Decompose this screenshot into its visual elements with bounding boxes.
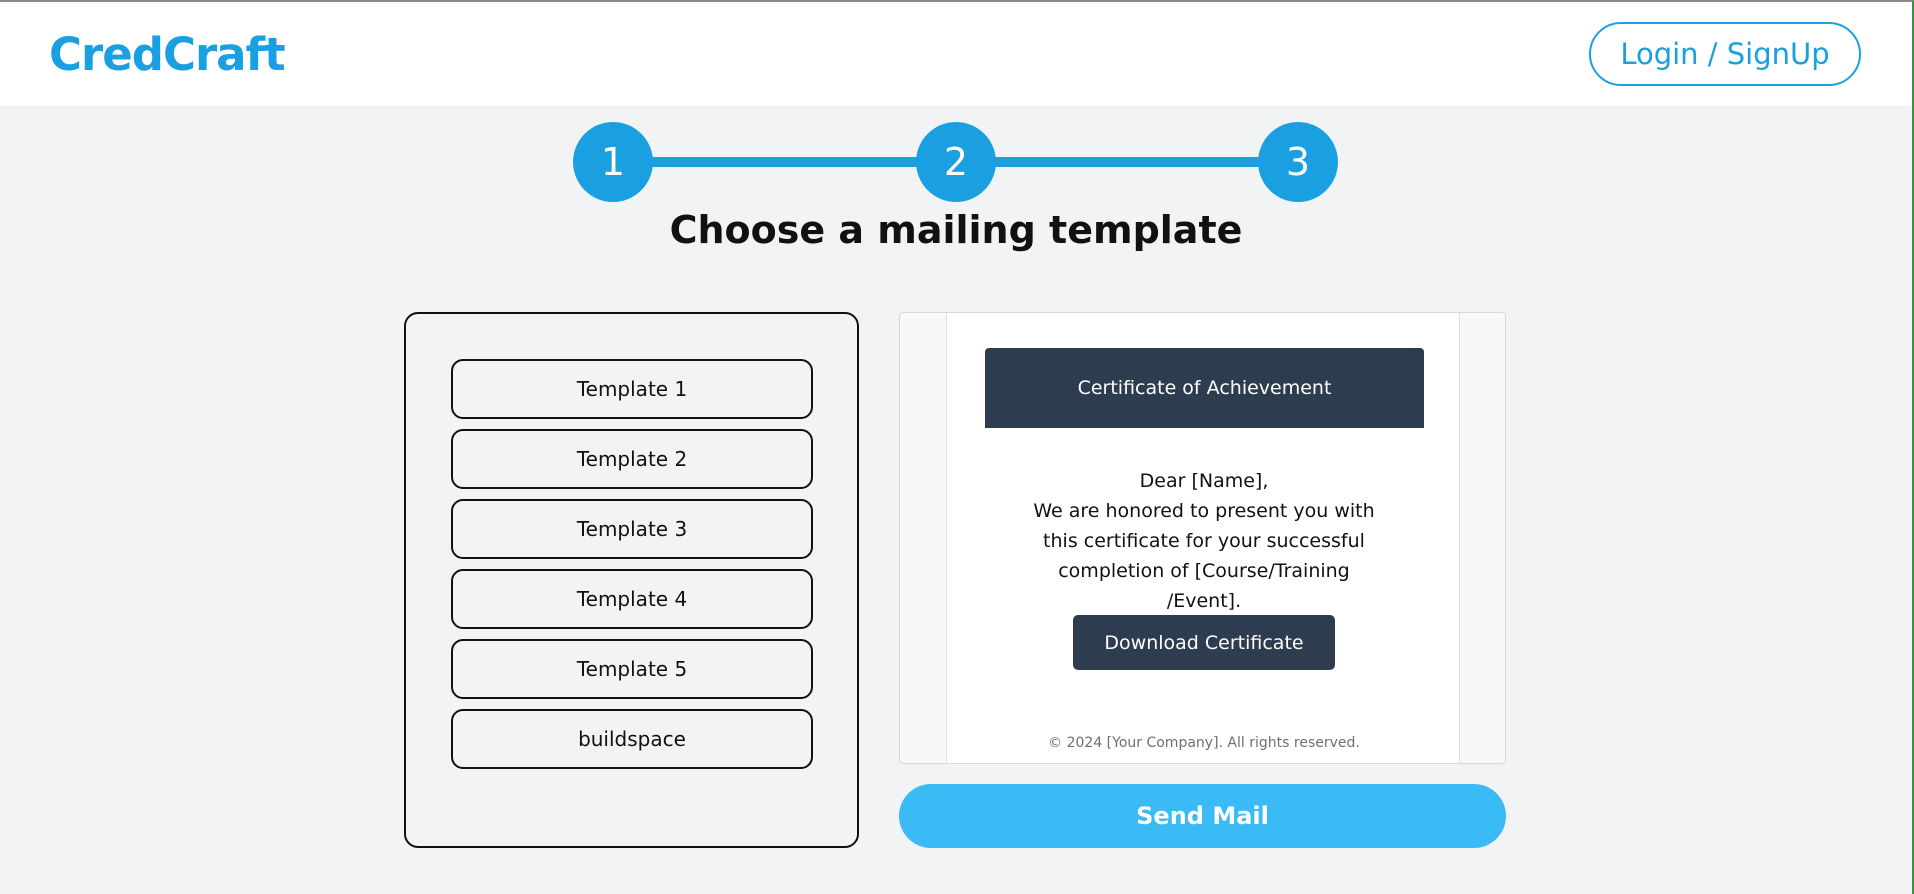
step-3-indicator[interactable]: 3 [1258, 122, 1338, 202]
progress-stepper: 1 2 3 [573, 122, 1338, 202]
email-footer: © 2024 [Your Company]. All rights reserv… [1048, 735, 1360, 751]
step-connector [613, 157, 956, 167]
email-preview-frame[interactable]: Certificate of Achievement Dear [Name], … [899, 312, 1506, 764]
step-1-indicator[interactable]: 1 [573, 122, 653, 202]
template-option-4[interactable]: Template 4 [451, 569, 813, 629]
template-option-1[interactable]: Template 1 [451, 359, 813, 419]
template-option-3[interactable]: Template 3 [451, 499, 813, 559]
email-body: Certificate of Achievement Dear [Name], … [946, 313, 1460, 763]
header-bar: CredCraft Login / SignUp [0, 2, 1912, 106]
template-list-panel: Template 1 Template 2 Template 3 Templat… [404, 312, 859, 848]
email-message: We are honored to present you with this … [1033, 500, 1375, 612]
template-option-5[interactable]: Template 5 [451, 639, 813, 699]
login-signup-button[interactable]: Login / SignUp [1589, 22, 1861, 86]
template-option-buildspace[interactable]: buildspace [451, 709, 813, 769]
email-greeting: Dear [Name], [1139, 470, 1269, 492]
step-2-indicator[interactable]: 2 [916, 122, 996, 202]
template-option-2[interactable]: Template 2 [451, 429, 813, 489]
send-mail-button[interactable]: Send Mail [899, 784, 1506, 848]
page: CredCraft Login / SignUp 1 2 3 Choose a … [0, 0, 1914, 894]
certificate-title-banner: Certificate of Achievement [985, 348, 1424, 428]
logo[interactable]: CredCraft [49, 27, 286, 83]
page-title: Choose a mailing template [669, 208, 1243, 252]
download-certificate-button[interactable]: Download Certificate [1073, 615, 1335, 670]
step-connector [956, 157, 1298, 167]
